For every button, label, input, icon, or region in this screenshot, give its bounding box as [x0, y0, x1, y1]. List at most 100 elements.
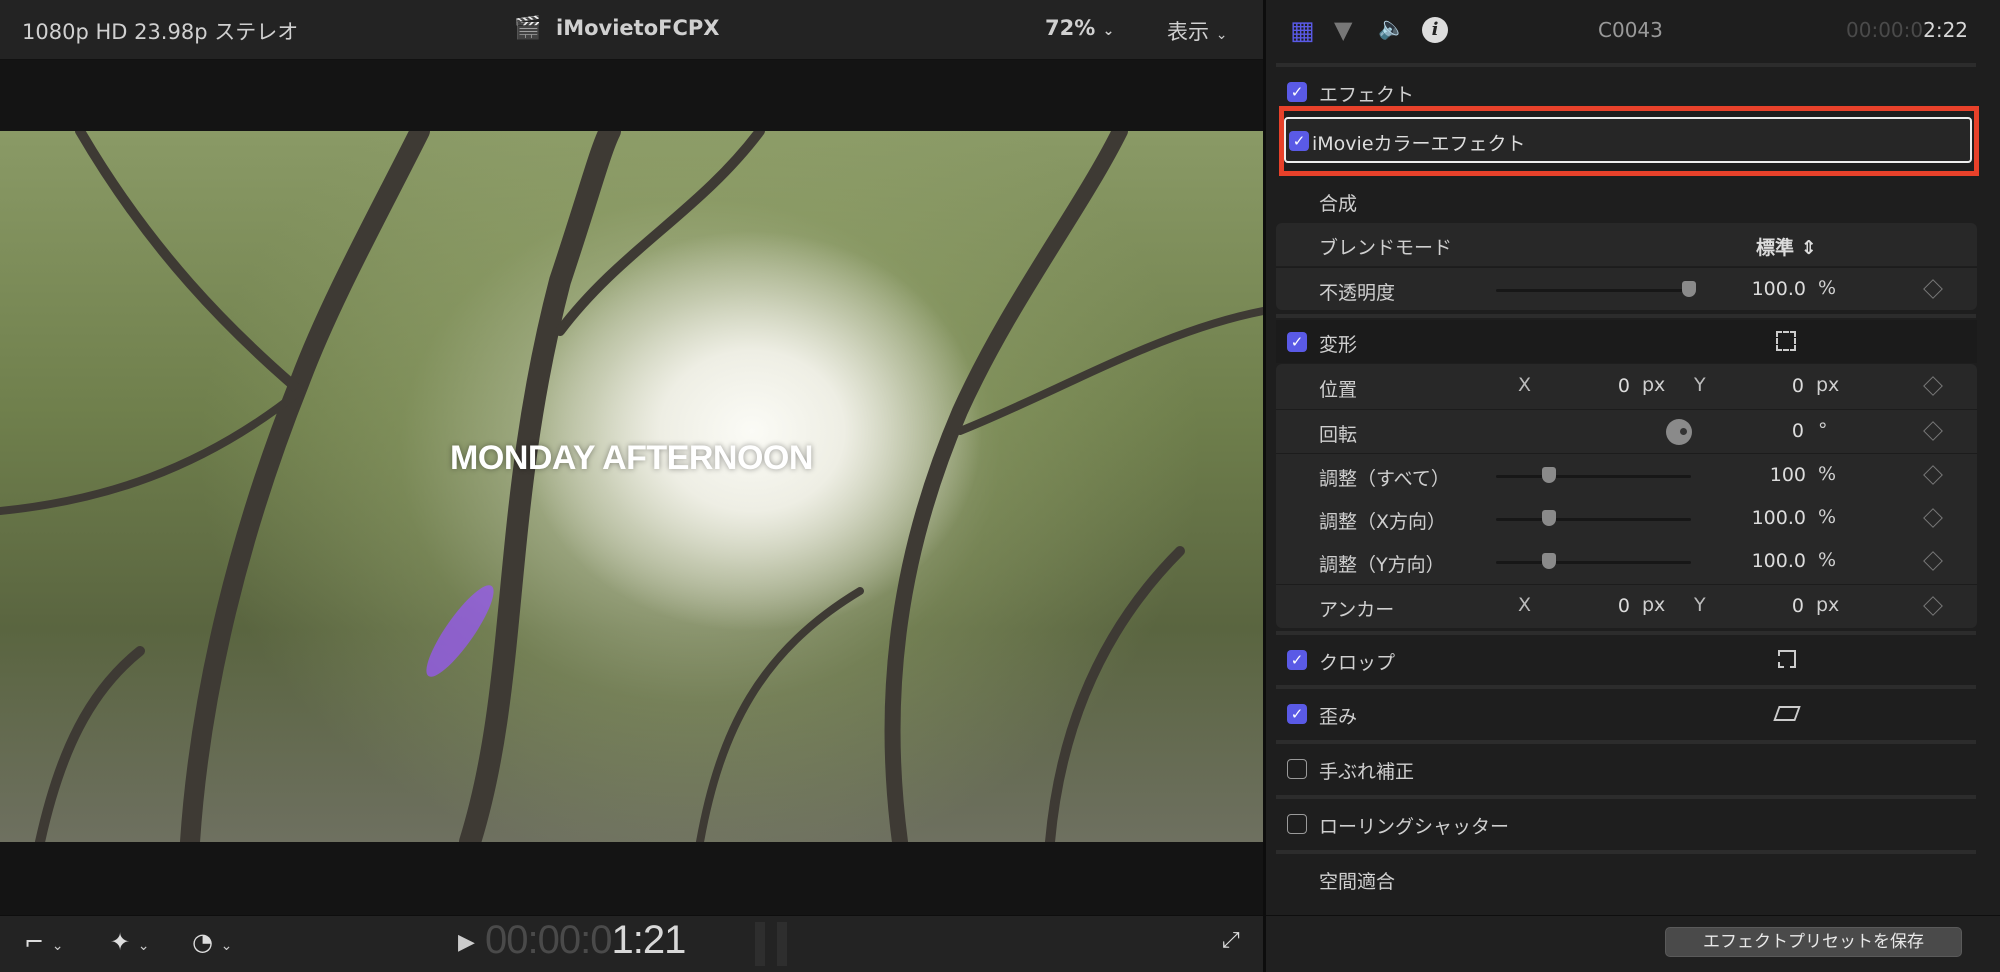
param-label: 位置: [1319, 379, 1358, 401]
viewer-bottom-toolbar: ⌐ ⌄ ✦ ⌄ ◔ ⌄ ▶ 00:00:01:21 ⤢: [0, 915, 1263, 972]
rotation-dial[interactable]: [1666, 419, 1692, 445]
keyframe-diamond-icon[interactable]: [1923, 376, 1943, 396]
param-label: 調整（X方向）: [1319, 511, 1447, 533]
video-title-overlay: MONDAY AFTERNOON: [450, 439, 813, 477]
scale-x-slider[interactable]: [1496, 510, 1691, 526]
slider-knob[interactable]: [1542, 553, 1556, 569]
divider: [1276, 740, 1976, 744]
anchor-y-value[interactable]: 0: [1740, 595, 1804, 617]
chevron-down-icon: ⌄: [1102, 23, 1115, 39]
scale-y-slider[interactable]: [1496, 553, 1691, 569]
section-label: エフェクト: [1319, 84, 1415, 106]
keyframe-diamond-icon[interactable]: [1923, 551, 1943, 571]
video-frame[interactable]: MONDAY AFTERNOON: [0, 131, 1263, 842]
divider: [1276, 795, 1976, 799]
rolling-shutter-checkbox[interactable]: [1287, 814, 1307, 834]
unit: px: [1816, 374, 1840, 396]
fullscreen-icon[interactable]: ⤢: [1222, 928, 1240, 953]
save-effects-preset-button[interactable]: エフェクトプリセットを保存: [1665, 927, 1962, 957]
tree-branches: [0, 131, 1263, 842]
scale-all-row: 調整（すべて） 100%: [1276, 453, 1977, 496]
effect-checkbox[interactable]: ✓: [1289, 131, 1309, 151]
opacity-slider[interactable]: [1496, 281, 1696, 297]
anchor-x-value[interactable]: 0: [1566, 595, 1630, 617]
magic-wand-icon[interactable]: ✦ ⌄: [110, 928, 149, 956]
playhead-timecode: 00:00:01:21: [485, 918, 686, 962]
scale-all-slider[interactable]: [1496, 467, 1691, 483]
zoom-value: 72%: [1045, 16, 1096, 40]
stabilization-checkbox[interactable]: [1287, 759, 1307, 779]
position-y-value[interactable]: 0: [1740, 375, 1804, 397]
crop-section[interactable]: ✓ クロップ: [1276, 638, 1977, 681]
distort-onscreen-icon[interactable]: [1773, 706, 1801, 721]
clapper-icon: 🎬: [514, 16, 542, 41]
viewer: 1080p HD 23.98p ステレオ 🎬 iMovietoFCPX 72% …: [0, 0, 1263, 972]
section-label: ローリングシャッター: [1319, 816, 1510, 838]
zoom-menu[interactable]: 72% ⌄: [1045, 16, 1114, 40]
clip-duration: 00:00:02:22: [1846, 18, 1969, 42]
crop-tool-icon[interactable]: ⌐ ⌄: [24, 928, 63, 956]
scale-x-value[interactable]: 100.0: [1716, 507, 1806, 529]
keyframe-diamond-icon[interactable]: [1923, 508, 1943, 528]
viewer-toolbar: 1080p HD 23.98p ステレオ 🎬 iMovietoFCPX 72% …: [0, 0, 1263, 60]
position-row: 位置 X 0 px Y 0 px: [1276, 365, 1977, 408]
unit: px: [1816, 594, 1840, 616]
scale-y-row: 調整（Y方向） 100.0%: [1276, 540, 1977, 583]
slider-knob[interactable]: [1542, 467, 1556, 483]
section-label: 歪み: [1319, 706, 1358, 728]
anchor-row: アンカー X 0 px Y 0 px: [1276, 584, 1977, 627]
rotation-value[interactable]: 0: [1740, 420, 1804, 442]
audio-meter-right: [777, 922, 787, 966]
keyframe-diamond-icon[interactable]: [1923, 465, 1943, 485]
crop-checkbox[interactable]: ✓: [1287, 650, 1307, 670]
param-label: 調整（すべて）: [1319, 468, 1450, 490]
keyframe-diamond-icon[interactable]: [1923, 421, 1943, 441]
keyframe-diamond-icon[interactable]: [1923, 279, 1943, 299]
scale-x-row: 調整（X方向） 100.0%: [1276, 497, 1977, 540]
divider: [1276, 685, 1976, 689]
unit: %: [1818, 506, 1837, 528]
audio-inspector-tab-icon[interactable]: 🔈: [1378, 16, 1405, 41]
rotation-row: 回転 0 °: [1276, 409, 1977, 452]
speed-gauge-icon[interactable]: ◔ ⌄: [192, 928, 232, 956]
section-label: クロップ: [1319, 652, 1396, 674]
keyframe-diamond-icon[interactable]: [1923, 596, 1943, 616]
blend-mode-select[interactable]: 標準 ⇕: [1756, 233, 1876, 260]
slider-knob[interactable]: [1542, 510, 1556, 526]
distort-checkbox[interactable]: ✓: [1287, 704, 1307, 724]
slider-knob[interactable]: [1682, 281, 1696, 297]
distort-section[interactable]: ✓ 歪み: [1276, 692, 1977, 735]
rolling-shutter-section[interactable]: ローリングシャッター: [1276, 802, 1977, 845]
compositing-section: 合成: [1276, 179, 1977, 222]
play-icon[interactable]: ▶: [458, 930, 475, 955]
spatial-conform-section: 空間適合: [1276, 857, 1977, 900]
view-menu[interactable]: 表示 ⌄: [1167, 16, 1227, 46]
audio-meter-left: [755, 922, 765, 966]
video-inspector-tab-icon[interactable]: ▦: [1290, 16, 1315, 46]
section-label: 変形: [1319, 334, 1358, 356]
divider: [1276, 63, 1976, 67]
effect-item-imovie-color[interactable]: ✓ iMovieカラーエフェクト: [1284, 117, 1972, 163]
divider: [1276, 850, 1976, 854]
axis-label: X: [1518, 374, 1532, 396]
effects-checkbox[interactable]: ✓: [1287, 82, 1307, 102]
unit: px: [1642, 374, 1666, 396]
scale-all-value[interactable]: 100: [1716, 464, 1806, 486]
crop-onscreen-icon[interactable]: [1778, 650, 1796, 668]
position-x-value[interactable]: 0: [1566, 375, 1630, 397]
transform-onscreen-icon[interactable]: [1776, 331, 1796, 351]
stabilization-section[interactable]: 手ぶれ補正: [1276, 747, 1977, 790]
transform-checkbox[interactable]: ✓: [1287, 332, 1307, 352]
axis-label: X: [1518, 594, 1532, 616]
section-label: 手ぶれ補正: [1319, 761, 1415, 783]
format-info: 1080p HD 23.98p ステレオ: [22, 20, 299, 44]
view-label: 表示: [1167, 20, 1209, 44]
info-inspector-tab-icon[interactable]: i: [1422, 17, 1448, 43]
clip-name: C0043: [1598, 18, 1663, 42]
unit: %: [1818, 463, 1837, 485]
filter-inspector-tab-icon[interactable]: ▼: [1334, 16, 1352, 44]
opacity-value[interactable]: 100.0: [1716, 278, 1806, 300]
divider: [1276, 314, 1976, 318]
transform-section[interactable]: ✓ 変形: [1276, 320, 1977, 363]
scale-y-value[interactable]: 100.0: [1716, 550, 1806, 572]
